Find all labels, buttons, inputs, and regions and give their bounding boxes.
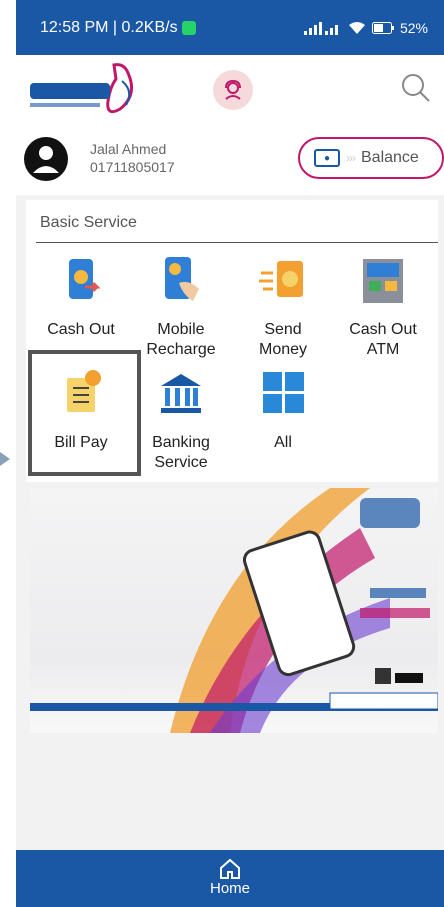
send-money-icon bbox=[259, 261, 303, 297]
support-button[interactable] bbox=[213, 70, 253, 110]
highlight-box bbox=[28, 350, 141, 476]
battery-icon bbox=[371, 21, 394, 34]
user-name: Jalal Ahmed bbox=[90, 141, 167, 157]
service-mobile-recharge[interactable]: Mobile Recharge bbox=[126, 255, 236, 360]
whatsapp-icon bbox=[181, 20, 196, 35]
support-agent-icon bbox=[225, 79, 241, 100]
balance-button[interactable]: ● ››› Balance bbox=[298, 137, 444, 179]
service-all[interactable]: All bbox=[228, 368, 338, 453]
home-icon[interactable] bbox=[219, 858, 241, 880]
app-screen: 12:58 PM | 0.2KB/s 52% Jalal Ahmed 01711… bbox=[16, 0, 444, 907]
cash-out-icon bbox=[69, 259, 101, 299]
app-header bbox=[16, 55, 444, 125]
service-label: All bbox=[274, 434, 292, 451]
cash-icon: ● bbox=[314, 149, 340, 167]
atm-icon bbox=[363, 259, 403, 303]
service-label: Send Money bbox=[258, 321, 308, 358]
avatar[interactable] bbox=[24, 137, 68, 181]
grid-icon bbox=[263, 372, 304, 413]
service-label: Banking Service bbox=[152, 434, 210, 471]
mobile-recharge-icon bbox=[165, 257, 199, 301]
bottom-nav: Home bbox=[16, 850, 444, 907]
signal-icon bbox=[303, 21, 338, 35]
bank-icon bbox=[161, 374, 201, 413]
nav-home-label[interactable]: Home bbox=[16, 880, 444, 897]
status-time: 12:58 PM | 0.2KB/s bbox=[40, 18, 178, 36]
service-cash-out[interactable]: Cash Out bbox=[26, 255, 136, 340]
pointer-arrow bbox=[0, 452, 10, 466]
service-banking[interactable]: Banking Service bbox=[126, 368, 236, 473]
chevrons-icon: ››› bbox=[346, 151, 356, 165]
telecash-logo[interactable] bbox=[24, 61, 154, 119]
status-bar: 12:58 PM | 0.2KB/s 52% bbox=[16, 0, 444, 55]
service-label: Cash Out ATM bbox=[349, 321, 417, 358]
promo-banner[interactable] bbox=[30, 488, 438, 733]
battery-level: 52% bbox=[399, 19, 428, 36]
service-send-money[interactable]: Send Money bbox=[228, 255, 338, 360]
basic-service-title: Basic Service bbox=[40, 214, 137, 231]
search-icon[interactable] bbox=[400, 72, 432, 104]
service-cash-out-atm[interactable]: Cash Out ATM bbox=[328, 255, 438, 360]
service-label: Cash Out bbox=[47, 321, 115, 338]
balance-label: Balance bbox=[361, 149, 419, 166]
wifi-icon bbox=[348, 21, 365, 34]
user-phone: 01711805017 bbox=[90, 159, 175, 175]
divider bbox=[36, 242, 438, 243]
banner-image bbox=[30, 488, 438, 733]
user-bar: Jalal Ahmed 01711805017 ● ››› Balance bbox=[16, 125, 444, 195]
service-label: Mobile Recharge bbox=[146, 321, 216, 358]
